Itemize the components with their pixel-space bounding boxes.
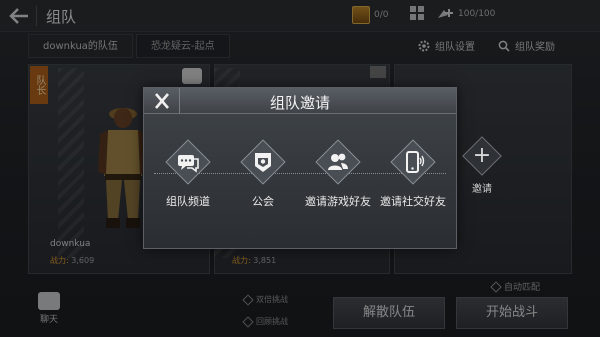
option-label: 邀请社交好友 (380, 195, 446, 208)
phone-icon (406, 151, 425, 173)
invite-social-friends-option[interactable]: 邀请社交好友 (378, 139, 448, 209)
dialog-header: 组队邀请 (144, 88, 456, 114)
option-label: 组队频道 (166, 195, 210, 208)
option-label: 公会 (252, 195, 274, 208)
team-invite-dialog: 组队邀请 组队频道 公会 邀请游戏好友 邀请社交好友 (143, 87, 457, 249)
team-channel-option[interactable]: 组队频道 (153, 139, 223, 209)
plus-icon: + (472, 143, 492, 168)
invite-label: 邀请 (472, 184, 492, 195)
team-screen: 组队 0/0 100/100 downkua的队伍 恐龙疑云-起点 组队设置 组… (0, 0, 600, 337)
option-label: 邀请游戏好友 (305, 195, 371, 208)
guild-banner-icon (255, 153, 271, 172)
invite-button[interactable]: + 邀请 (460, 136, 504, 195)
invite-game-friends-option[interactable]: 邀请游戏好友 (303, 139, 373, 209)
friends-icon (328, 153, 348, 170)
guild-option[interactable]: 公会 (228, 139, 298, 209)
dialog-title: 组队邀请 (269, 94, 330, 112)
chat-bubbles-icon (178, 155, 199, 173)
